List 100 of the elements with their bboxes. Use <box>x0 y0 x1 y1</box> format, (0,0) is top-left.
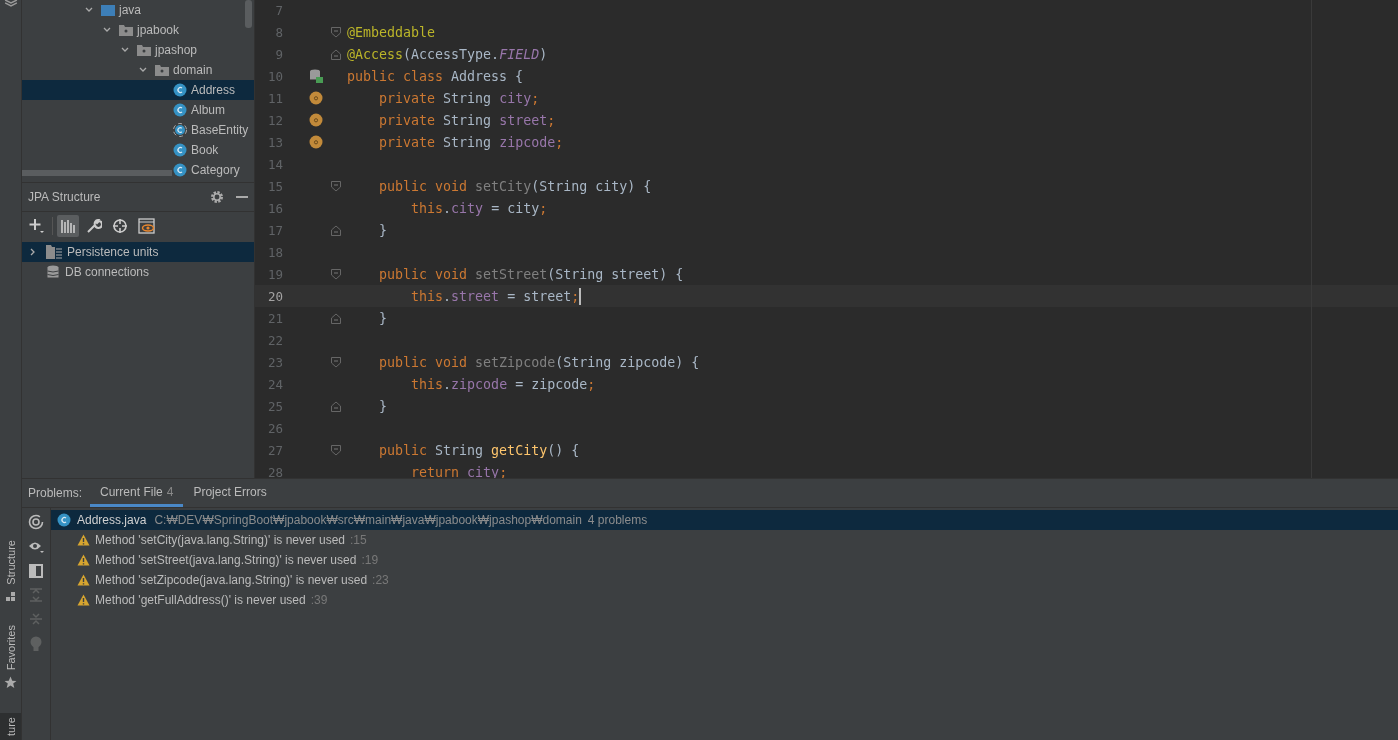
bars-button[interactable] <box>57 215 79 237</box>
code-line: this.street = street; <box>410 288 580 304</box>
code-line: this.city = city; <box>410 200 548 216</box>
tree-item[interactable]: Address <box>22 80 254 100</box>
star-icon <box>4 676 17 690</box>
line-number: 14 <box>266 156 283 172</box>
line-number: 22 <box>266 332 283 348</box>
problem-message[interactable]: Method 'setZipcode(java.lang.String)' is never used <box>95 573 368 587</box>
class-icon <box>173 103 187 117</box>
fold-icon[interactable] <box>331 400 341 412</box>
field-icon[interactable] <box>309 113 323 127</box>
line-number: 7 <box>274 2 283 18</box>
database-icon <box>46 265 60 279</box>
problem-message[interactable]: Method 'setCity(java.lang.String)' is never used <box>95 533 346 547</box>
panel-title: JPA Structure <box>28 190 102 204</box>
class-icon <box>57 513 71 527</box>
fold-icon[interactable] <box>331 444 341 456</box>
structure-icon <box>4 590 17 603</box>
tree-item[interactable]: Album <box>22 100 254 120</box>
tree-item[interactable]: Persistence units <box>22 242 254 262</box>
line-number: 17 <box>266 222 283 238</box>
fold-icon[interactable] <box>331 312 341 324</box>
eye-icon[interactable] <box>28 540 44 554</box>
field-icon[interactable] <box>309 91 323 105</box>
line-reference: :19 <box>361 553 379 567</box>
fold-icon[interactable] <box>331 356 341 368</box>
code-line: @Embeddable <box>347 24 436 40</box>
warning-icon <box>77 594 90 606</box>
line-number: 11 <box>266 90 283 106</box>
eye-button[interactable] <box>135 215 157 237</box>
code-line: this.zipcode = zipcode; <box>410 376 596 392</box>
tree-item[interactable]: jpabook <box>22 20 254 40</box>
code-line: } <box>378 310 388 326</box>
text-cursor <box>579 287 582 305</box>
line-number: 21 <box>266 310 283 326</box>
line-number: 18 <box>266 244 283 260</box>
code-line: public void setCity(String city) { <box>378 178 652 194</box>
line-number: 12 <box>266 112 283 128</box>
line-number: 13 <box>266 134 283 150</box>
class-icon <box>173 83 187 97</box>
package-icon <box>155 64 169 76</box>
fold-icon[interactable] <box>331 180 341 192</box>
tab[interactable]: Project Errors <box>183 479 277 507</box>
refresh-icon[interactable] <box>28 514 44 530</box>
code-line: private String zipcode; <box>378 134 564 150</box>
tab[interactable]: Current File 4 <box>90 479 184 507</box>
problem-message[interactable]: Method 'getFullAddress()' is never used <box>95 593 306 607</box>
tree-item[interactable]: Book <box>22 140 254 160</box>
layout-icon[interactable] <box>29 564 43 578</box>
layers-icon[interactable] <box>3 0 18 8</box>
line-number: 26 <box>266 420 283 436</box>
file-path: C:₩DEV₩SpringBoot₩jpabook₩src₩main₩java₩jpabook₩jpashop₩domain <box>154 513 582 527</box>
line-number: 23 <box>266 354 283 370</box>
scrollbar[interactable] <box>245 0 252 28</box>
field-icon[interactable] <box>309 135 323 149</box>
tree-item[interactable]: java <box>22 0 254 20</box>
line-number: 16 <box>266 200 283 216</box>
settings-icon[interactable] <box>210 190 224 204</box>
package-icon <box>137 44 151 56</box>
side-tab[interactable]: Favorites <box>0 620 21 694</box>
line-number: 28 <box>266 464 283 478</box>
line-reference: :23 <box>372 573 389 587</box>
problem-count: 4 problems <box>587 513 648 527</box>
tree-item[interactable]: DB connections <box>22 262 254 282</box>
line-number: 24 <box>266 376 283 392</box>
tree-item[interactable]: domain <box>22 60 254 80</box>
problem-message[interactable]: Method 'setStreet(java.lang.String)' is never used <box>95 553 357 567</box>
fold-icon[interactable] <box>331 224 341 236</box>
code-line: public void setStreet(String street) { <box>378 266 684 282</box>
code-line: } <box>378 398 388 414</box>
side-tab[interactable]: ture <box>0 713 21 740</box>
line-number: 10 <box>266 68 283 84</box>
line-number: 19 <box>266 266 283 282</box>
abstract-class-icon <box>173 123 187 137</box>
code-line: } <box>378 222 388 238</box>
line-number: 15 <box>266 178 283 194</box>
package-icon <box>119 24 133 36</box>
tree-item[interactable]: BaseEntity <box>22 120 254 140</box>
line-number: 8 <box>274 24 283 40</box>
folder-icon <box>101 4 115 16</box>
tree-item[interactable]: Category <box>22 160 254 180</box>
fold-icon[interactable] <box>331 26 341 38</box>
code-line: public class Address { <box>347 68 524 84</box>
code-line: @Access(AccessType.FIELD) <box>347 46 548 62</box>
fold-icon[interactable] <box>331 48 341 60</box>
class-icon <box>173 143 187 157</box>
database-icon[interactable] <box>309 69 323 83</box>
line-number: 20 <box>266 288 283 304</box>
class-icon <box>173 163 187 177</box>
file-name: Address.java <box>77 513 147 527</box>
code-line: private String city; <box>378 90 540 106</box>
tree-item[interactable]: jpashop <box>22 40 254 60</box>
line-reference: :15 <box>350 533 367 547</box>
file-row[interactable]: Address.java C:₩DEV₩SpringBoot₩jpabook₩src₩main₩java₩jpabook₩jpashop₩domain 4 problems <box>51 510 1398 530</box>
line-number: 25 <box>266 398 283 414</box>
scrollbar[interactable] <box>22 170 172 176</box>
side-tab[interactable]: Structure <box>0 536 21 607</box>
code-line: private String street; <box>378 112 556 128</box>
panel-label: Problems: <box>28 485 83 502</box>
fold-icon[interactable] <box>331 268 341 280</box>
